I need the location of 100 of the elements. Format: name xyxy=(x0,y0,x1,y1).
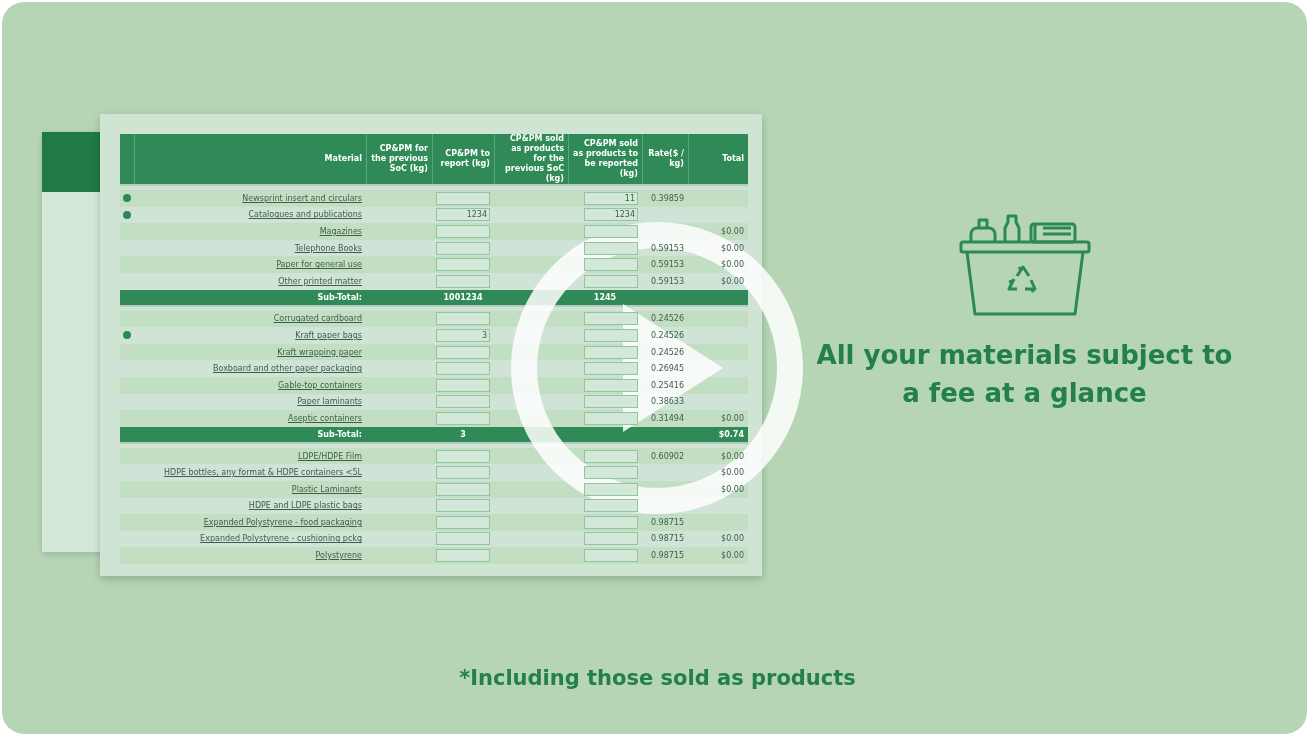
rate-value: 0.24526 xyxy=(650,314,684,324)
input-field[interactable] xyxy=(436,312,490,326)
input-field[interactable] xyxy=(436,549,490,563)
column-header: CP&PM to report (kg) xyxy=(432,134,494,184)
input-field[interactable] xyxy=(436,378,490,392)
subtotal-label: Sub-Total: xyxy=(317,429,362,439)
rate-value: 0.25416 xyxy=(650,380,684,390)
material-link[interactable]: Aseptic containers xyxy=(288,413,362,423)
material-link[interactable]: Gable-top containers xyxy=(278,380,362,390)
play-button[interactable] xyxy=(509,220,805,516)
total-value: $0.00 xyxy=(721,484,744,494)
material-link[interactable]: Polystyrene xyxy=(315,551,362,561)
input-field[interactable] xyxy=(584,449,638,463)
material-link[interactable]: Expanded Polystyrene - cushioning pckg xyxy=(200,534,362,544)
input-field[interactable] xyxy=(584,466,638,480)
input-field[interactable] xyxy=(584,328,638,342)
rate-value: 0.26945 xyxy=(650,364,684,374)
subtotal-total: $0.74 xyxy=(718,429,744,439)
column-header: CP&PM sold as products for the previous SoC (kg) xyxy=(494,134,568,184)
input-field[interactable] xyxy=(436,345,490,359)
material-link[interactable]: Plastic Laminants xyxy=(291,484,362,494)
material-link[interactable]: Boxboard and other paper packaging xyxy=(213,364,362,374)
input-field[interactable]: 1234 xyxy=(436,208,490,222)
input-field[interactable] xyxy=(436,466,490,480)
material-link[interactable]: LDPE/HDPE Film xyxy=(297,451,362,461)
material-link[interactable]: Newsprint insert and circulars xyxy=(242,193,362,203)
rate-value: 0.31494 xyxy=(650,413,684,423)
material-link[interactable]: Expanded Polystyrene - food packaging xyxy=(203,517,362,527)
total-value: $0.00 xyxy=(721,243,744,253)
column-header: Total xyxy=(688,134,748,184)
rate-value: 0.59153 xyxy=(650,260,684,270)
input-field[interactable] xyxy=(436,411,490,425)
input-field[interactable] xyxy=(584,258,638,272)
total-value: $0.00 xyxy=(721,413,744,423)
total-value: $0.00 xyxy=(721,534,744,544)
rate-value: 0.24526 xyxy=(650,330,684,340)
material-link[interactable]: Kraft paper bags xyxy=(295,330,362,340)
input-field[interactable] xyxy=(584,345,638,359)
input-field[interactable] xyxy=(584,274,638,288)
rate-value: 0.60902 xyxy=(650,451,684,461)
promo-heading: All your materials subject to a fee at a glance xyxy=(815,339,1234,410)
rate-value: 0.59153 xyxy=(650,276,684,286)
input-field[interactable]: 3 xyxy=(436,328,490,342)
total-value: $0.00 xyxy=(721,276,744,286)
column-header: Material xyxy=(134,134,366,184)
input-field[interactable] xyxy=(436,362,490,376)
input-field[interactable] xyxy=(584,312,638,326)
subtotal-value: 1001234 xyxy=(443,292,483,302)
material-link[interactable]: Other printed matter xyxy=(278,276,362,286)
material-link[interactable]: Catalogues and publications xyxy=(248,210,362,220)
input-field[interactable] xyxy=(584,378,638,392)
input-field[interactable] xyxy=(436,532,490,546)
material-link[interactable]: Corrugated cardboard xyxy=(273,314,362,324)
input-field[interactable] xyxy=(584,362,638,376)
input-field[interactable] xyxy=(584,411,638,425)
total-value: $0.00 xyxy=(721,451,744,461)
rate-value: 0.38633 xyxy=(650,397,684,407)
material-link[interactable]: Kraft wrapping paper xyxy=(277,347,362,357)
total-value: $0.00 xyxy=(721,551,744,561)
material-link[interactable]: HDPE bottles, any format & HDPE containers <5L xyxy=(164,468,362,478)
input-field[interactable]: 11 xyxy=(584,191,638,205)
subtotal-value: 1245 xyxy=(593,292,617,302)
input-field[interactable] xyxy=(436,515,490,529)
input-field[interactable] xyxy=(436,449,490,463)
input-field[interactable] xyxy=(436,241,490,255)
input-field[interactable] xyxy=(436,258,490,272)
rate-value: 0.98715 xyxy=(650,534,684,544)
material-link[interactable]: Magazines xyxy=(319,227,362,236)
input-field[interactable] xyxy=(584,515,638,529)
material-link[interactable]: Telephone Books xyxy=(294,243,362,253)
rate-value: 0.24526 xyxy=(650,347,684,357)
rate-value: 0.98715 xyxy=(650,517,684,527)
column-header: CP&PM sold as products to be reported (kg) xyxy=(568,134,642,184)
footnote: *Including those sold as products xyxy=(458,666,857,692)
input-field[interactable] xyxy=(584,532,638,546)
rate-value: 0.59153 xyxy=(650,243,684,253)
input-field[interactable] xyxy=(584,225,638,238)
input-field[interactable]: 1234 xyxy=(584,208,638,222)
input-field[interactable] xyxy=(584,395,638,409)
subtotal-label: Sub-Total: xyxy=(317,292,362,302)
total-value: $0.00 xyxy=(721,468,744,478)
rate-value: 0.39859 xyxy=(650,193,684,203)
total-value: $0.00 xyxy=(721,227,744,236)
input-field[interactable] xyxy=(436,274,490,288)
material-link[interactable]: Paper for general use xyxy=(276,260,362,270)
column-header: Rate($ / kg) xyxy=(642,134,688,184)
rate-value: 0.98715 xyxy=(650,551,684,561)
input-field[interactable] xyxy=(436,499,490,513)
subtotal-value: 3 xyxy=(460,429,466,439)
material-link[interactable]: Paper laminants xyxy=(297,397,362,407)
input-field[interactable] xyxy=(436,225,490,238)
input-field[interactable] xyxy=(436,482,490,496)
input-field[interactable] xyxy=(436,395,490,409)
input-field[interactable] xyxy=(584,499,638,513)
material-link[interactable]: HDPE and LDPE plastic bags xyxy=(248,501,362,511)
total-value: $0.00 xyxy=(721,260,744,270)
input-field[interactable] xyxy=(436,191,490,205)
column-header: CP&PM for the previous SoC (kg) xyxy=(366,134,432,184)
recycling-basket-icon xyxy=(958,214,1091,318)
input-field[interactable] xyxy=(584,549,638,563)
